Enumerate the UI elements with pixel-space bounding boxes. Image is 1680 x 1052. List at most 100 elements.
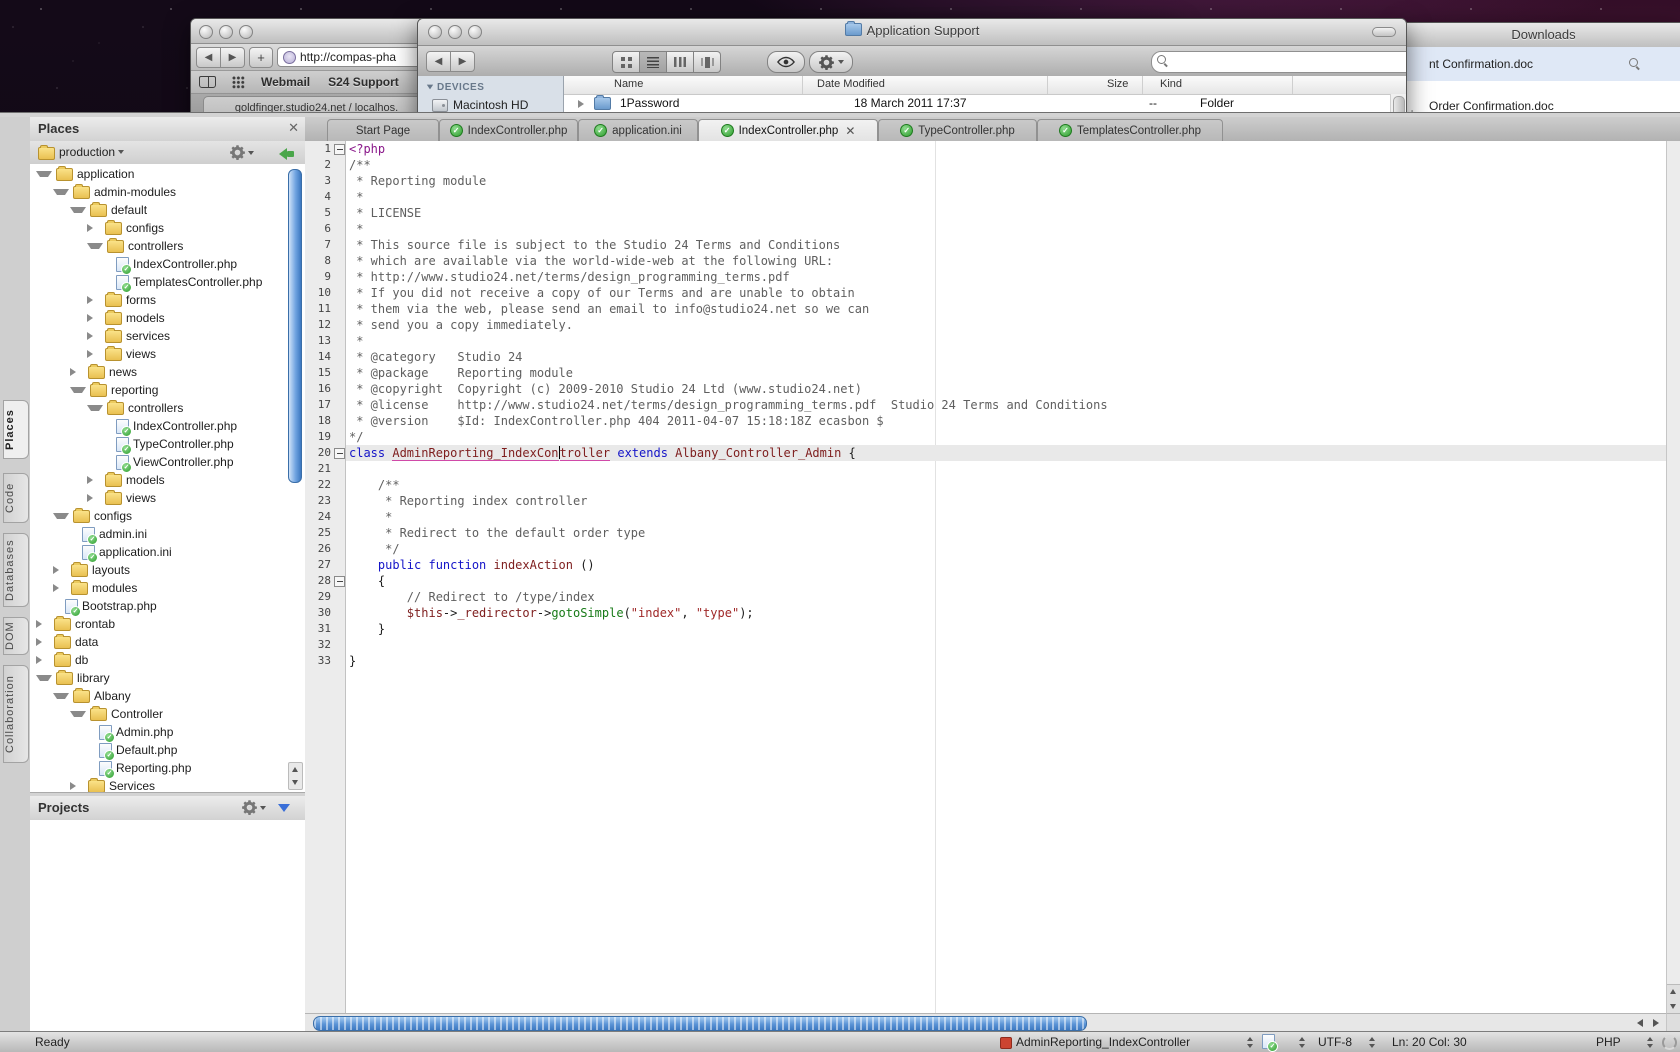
tree-item[interactable]: services xyxy=(30,327,305,345)
icon-view-button[interactable] xyxy=(612,51,640,73)
scrollbar-thumb[interactable] xyxy=(313,1016,1087,1031)
status-encoding[interactable]: UTF-8 xyxy=(1318,1035,1352,1049)
code-line[interactable]: * xyxy=(349,221,1666,237)
collapse-panel-icon[interactable] xyxy=(278,804,290,812)
vertical-tab-dom[interactable]: DOM xyxy=(3,617,29,655)
forward-button[interactable]: ▶ xyxy=(451,51,475,72)
code-fold-toggle[interactable] xyxy=(334,144,345,155)
tree-item[interactable]: application.ini xyxy=(30,543,305,561)
disclosure-triangle[interactable] xyxy=(53,513,69,519)
forward-button[interactable]: ▶ xyxy=(221,47,245,68)
new-tab-button[interactable]: + xyxy=(249,47,273,68)
disclosure-triangle[interactable] xyxy=(70,782,84,790)
disclosure-triangle[interactable] xyxy=(70,387,86,393)
code-line[interactable]: */ xyxy=(349,541,1666,557)
close-traffic-light[interactable] xyxy=(199,25,213,39)
disclosure-triangle[interactable] xyxy=(87,350,101,358)
tree-item[interactable]: views xyxy=(30,345,305,363)
status-symbol[interactable]: AdminReporting_IndexController xyxy=(1016,1035,1190,1049)
tree-item[interactable]: Default.php xyxy=(30,741,305,759)
tree-item[interactable]: configs xyxy=(30,507,305,525)
code-line[interactable]: * which are available via the world-wide… xyxy=(349,253,1666,269)
coverflow-view-button[interactable] xyxy=(694,51,721,73)
tree-item[interactable]: layouts xyxy=(30,561,305,579)
reveal-magnifier-icon[interactable] xyxy=(1629,58,1641,70)
close-tab-icon[interactable]: ✕ xyxy=(845,124,855,138)
disclosure-triangle[interactable] xyxy=(87,224,101,232)
scroll-down-icon[interactable] xyxy=(1670,1004,1676,1009)
vertical-tab-places[interactable]: Places xyxy=(3,400,29,459)
scroll-right-icon[interactable] xyxy=(1653,1019,1659,1027)
tree-item[interactable]: Bootstrap.php xyxy=(30,597,305,615)
finder-search-input[interactable] xyxy=(1151,51,1407,73)
tree-item[interactable]: Controller xyxy=(30,705,305,723)
bookmarks-book-icon[interactable] xyxy=(199,76,216,88)
disclosure-triangle[interactable] xyxy=(70,368,84,376)
disclosure-triangle[interactable] xyxy=(87,476,101,484)
editor-tab[interactable]: ✓application.ini xyxy=(578,119,698,141)
tree-item[interactable]: news xyxy=(30,363,305,381)
column-view-button[interactable] xyxy=(667,51,694,73)
chevron-down-icon[interactable] xyxy=(260,806,266,810)
disclosure-triangle[interactable] xyxy=(53,189,69,195)
editor-tab[interactable]: ✓IndexController.php xyxy=(439,119,578,141)
disclosure-triangle[interactable] xyxy=(36,638,50,646)
code-line[interactable]: * @license http://www.studio24.net/terms… xyxy=(349,397,1666,413)
column-divider[interactable] xyxy=(802,76,803,94)
close-panel-icon[interactable]: ✕ xyxy=(288,120,299,136)
back-button[interactable]: ◀ xyxy=(196,47,221,68)
disclosure-triangle[interactable] xyxy=(70,711,86,717)
code-line[interactable]: * @version $Id: IndexController.php 404 … xyxy=(349,413,1666,429)
code-line[interactable]: } xyxy=(349,653,1666,669)
bookmark-item[interactable]: S24 Support xyxy=(328,75,399,89)
tree-item[interactable]: Services xyxy=(30,777,305,793)
tree-item[interactable]: Admin.php xyxy=(30,723,305,741)
code-line[interactable]: * them via the web, please send an email… xyxy=(349,301,1666,317)
code-line[interactable]: * @category Studio 24 xyxy=(349,349,1666,365)
column-divider[interactable] xyxy=(1292,76,1293,94)
tree-item[interactable]: data xyxy=(30,633,305,651)
editor-gutter[interactable]: 1234567891011121314151617181920212223242… xyxy=(305,141,346,1013)
tree-item[interactable]: admin-modules xyxy=(30,183,305,201)
tree-item[interactable]: modules xyxy=(30,579,305,597)
zoom-traffic-light[interactable] xyxy=(239,25,253,39)
column-divider[interactable] xyxy=(1047,76,1048,94)
tree-item[interactable]: models xyxy=(30,309,305,327)
editor-tab[interactable]: ✓IndexController.php✕ xyxy=(698,119,878,141)
editor-tab[interactable]: ✓TypeController.php xyxy=(878,119,1037,141)
editor-vertical-scrollbar[interactable] xyxy=(1666,141,1680,1013)
code-fold-toggle[interactable] xyxy=(334,448,345,459)
tree-item[interactable]: TypeController.php xyxy=(30,435,305,453)
list-view-button[interactable] xyxy=(640,51,667,73)
disclosure-triangle[interactable] xyxy=(578,100,584,108)
tree-item[interactable]: db xyxy=(30,651,305,669)
disclosure-triangle[interactable] xyxy=(87,314,101,322)
status-language[interactable]: PHP xyxy=(1596,1035,1621,1049)
history-back-icon[interactable] xyxy=(279,148,295,160)
tree-item[interactable]: Albany xyxy=(30,687,305,705)
tree-item[interactable]: Reporting.php xyxy=(30,759,305,777)
disclosure-triangle[interactable] xyxy=(36,656,50,664)
tree-item[interactable]: crontab xyxy=(30,615,305,633)
download-item[interactable]: nt Confirmation.doc xyxy=(1406,47,1680,81)
code-line[interactable]: } xyxy=(349,621,1666,637)
gear-icon[interactable] xyxy=(242,800,257,815)
quick-look-button[interactable] xyxy=(767,51,805,73)
code-line[interactable]: * If you did not receive a copy of our T… xyxy=(349,285,1666,301)
disclosure-triangle[interactable] xyxy=(70,207,86,213)
tree-item[interactable]: models xyxy=(30,471,305,489)
tree-item[interactable]: ViewController.php xyxy=(30,453,305,471)
code-line[interactable]: /** xyxy=(349,157,1666,173)
tree-item[interactable]: library xyxy=(30,669,305,687)
tree-item[interactable]: IndexController.php xyxy=(30,255,305,273)
tree-item[interactable]: forms xyxy=(30,291,305,309)
top-sites-grid-icon[interactable] xyxy=(232,76,245,89)
stepper-icon[interactable] xyxy=(1368,1037,1376,1048)
column-header-name[interactable]: Name xyxy=(614,78,643,90)
vertical-tab-code[interactable]: Code xyxy=(3,473,29,523)
editor-tab[interactable]: Start Page xyxy=(327,119,439,141)
code-line[interactable]: <?php xyxy=(349,141,1666,157)
code-line[interactable]: * Reporting index controller xyxy=(349,493,1666,509)
code-line[interactable]: * @copyright Copyright (c) 2009-2010 Stu… xyxy=(349,381,1666,397)
column-header-size[interactable]: Size xyxy=(1107,78,1128,90)
